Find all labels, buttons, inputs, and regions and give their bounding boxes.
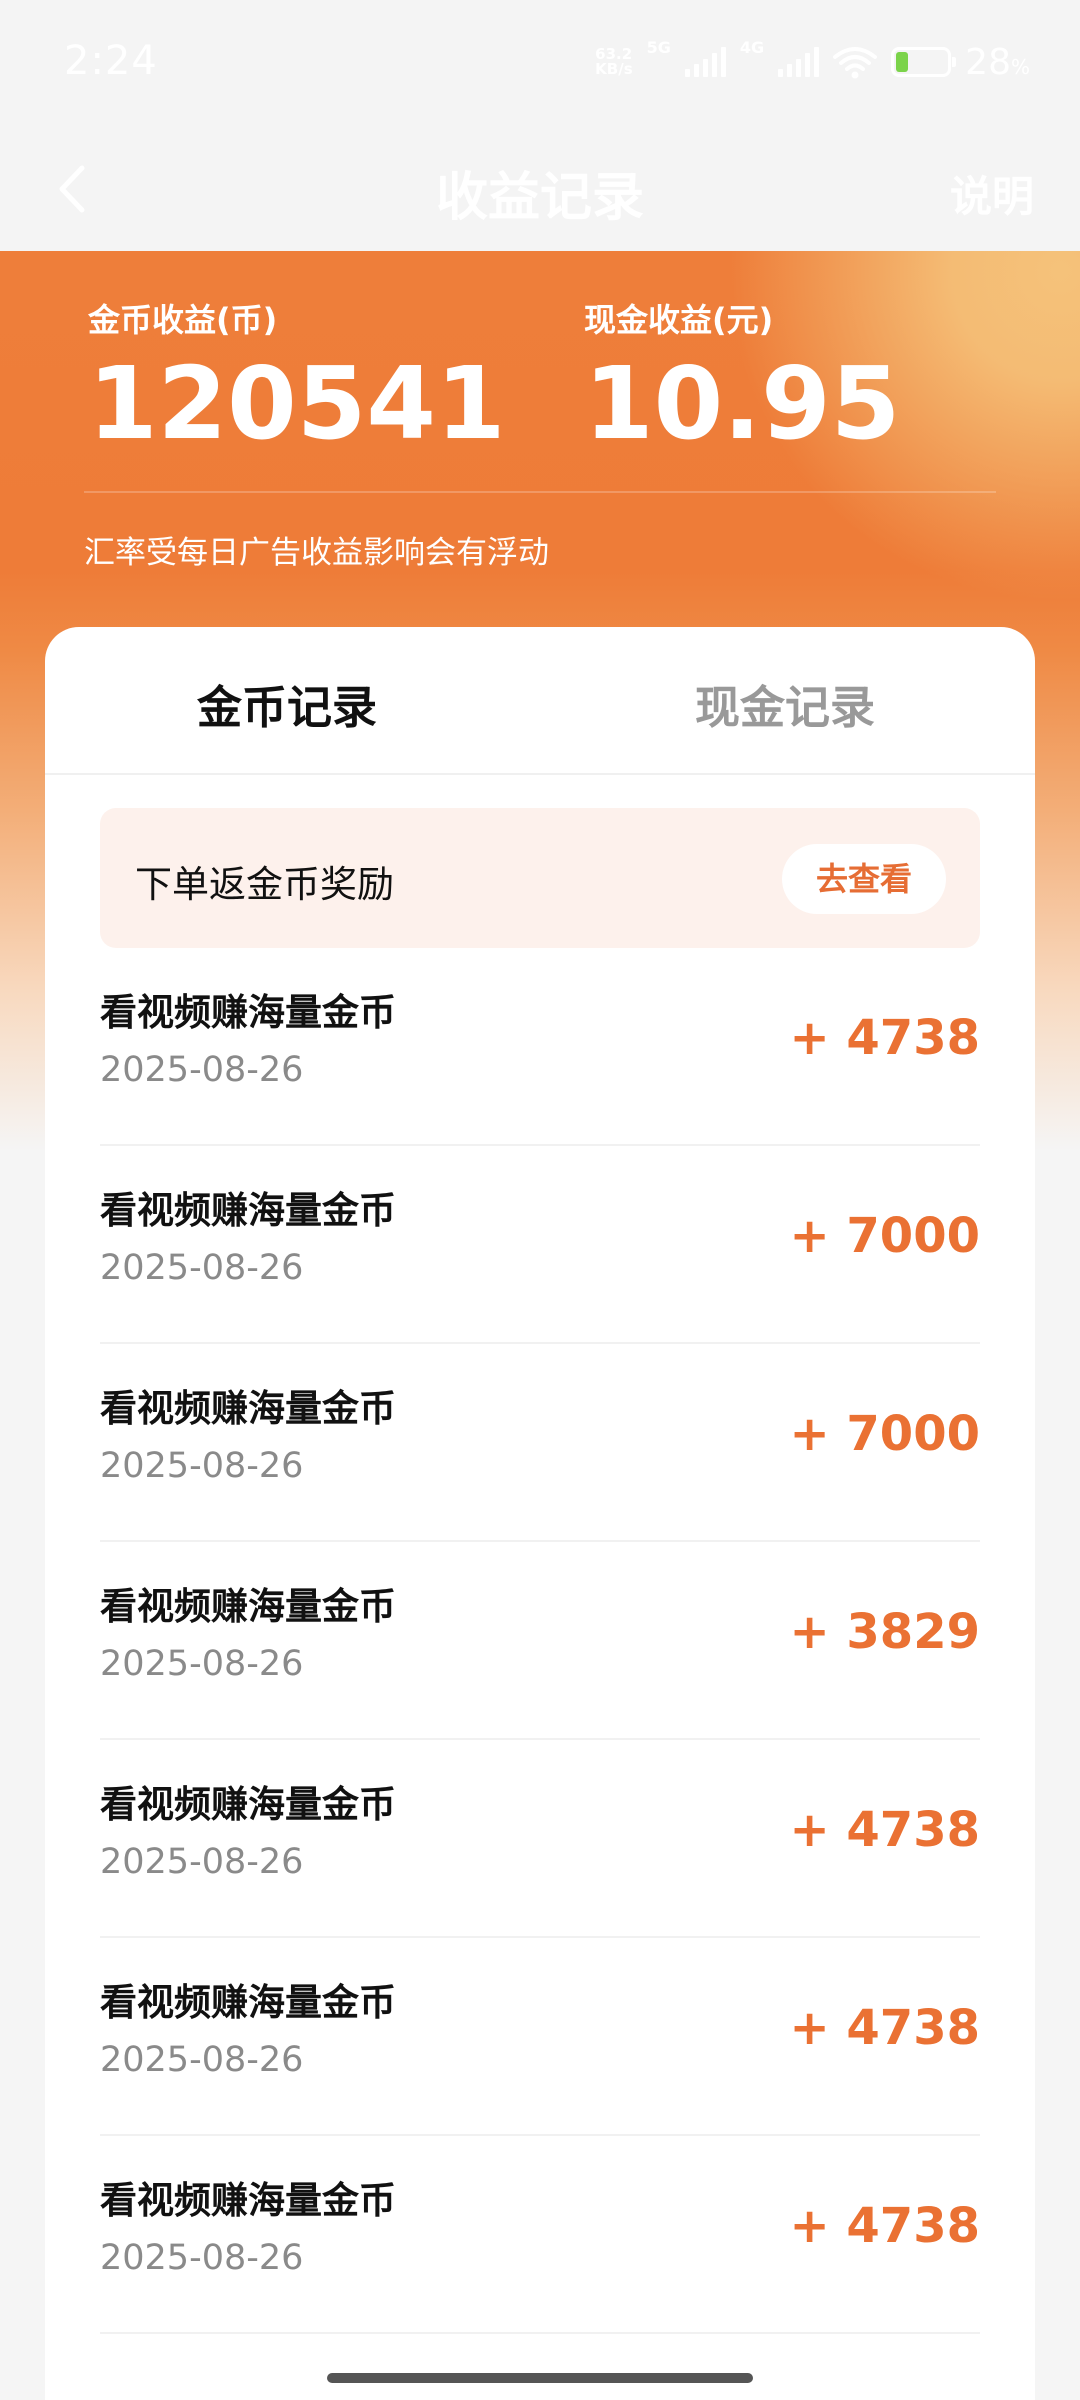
status-time: 2:24: [64, 38, 158, 84]
banner-divider: [84, 491, 996, 493]
signal-icon-2: [778, 47, 820, 77]
explain-button[interactable]: 说明: [950, 163, 1034, 224]
record-row: 看视频赚海量金币 2025-08-26 + 4738: [100, 2136, 980, 2334]
status-bar: 2:24 63.2 KB/s 5G 4G 28%: [0, 0, 1080, 125]
cash-earnings: 现金收益(元) 10.95: [584, 295, 900, 459]
order-reward-banner[interactable]: 下单返金币奖励 去查看: [100, 808, 980, 948]
record-title: 看视频赚海量金币: [100, 2179, 396, 2222]
status-icons: 63.2 KB/s 5G 4G 28%: [595, 38, 1030, 84]
record-row: 看视频赚海量金币 2025-08-26 + 7000: [100, 1344, 980, 1542]
view-reward-button[interactable]: 去查看: [782, 844, 946, 914]
record-date: 2025-08-26: [100, 1842, 304, 1882]
record-date: 2025-08-26: [100, 2040, 304, 2080]
signal-icon: [684, 47, 726, 77]
record-amount: + 3829: [789, 1604, 980, 1660]
nav-bar: 收益记录 说明: [0, 125, 1080, 251]
sim1-network-label: 5G: [646, 38, 671, 57]
record-date: 2025-08-26: [100, 1050, 304, 1090]
coin-earnings-label: 金币收益(币): [88, 301, 278, 339]
record-title: 看视频赚海量金币: [100, 1585, 396, 1628]
record-amount: + 7000: [789, 1406, 980, 1462]
home-indicator[interactable]: [327, 2373, 753, 2383]
network-speed: 63.2 KB/s: [595, 47, 632, 77]
record-amount: + 4738: [789, 2198, 980, 2254]
order-reward-text: 下单返金币奖励: [135, 863, 394, 906]
exchange-rate-note: 汇率受每日广告收益影响会有浮动: [84, 535, 549, 571]
record-title: 看视频赚海量金币: [100, 1783, 396, 1826]
record-title: 看视频赚海量金币: [100, 1387, 396, 1430]
sim2-network-label: 4G: [739, 38, 765, 57]
record-date: 2025-08-26: [100, 2238, 304, 2278]
record-row: 看视频赚海量金币 2025-08-26 + 4738: [100, 1938, 980, 2136]
battery-percent: 28%: [965, 41, 1030, 83]
record-date: 2025-08-26: [100, 1644, 304, 1684]
record-amount: + 4738: [789, 1802, 980, 1858]
record-row: 看视频赚海量金币 2025-08-26 + 4738: [100, 1740, 980, 1938]
record-amount: + 7000: [789, 1208, 980, 1264]
coin-record-list: 看视频赚海量金币 2025-08-26 + 4738 看视频赚海量金币 2025…: [100, 948, 980, 2334]
battery-icon: [891, 47, 957, 77]
coin-earnings: 金币收益(币) 120541: [88, 295, 505, 459]
record-date: 2025-08-26: [100, 1446, 304, 1486]
record-title: 看视频赚海量金币: [100, 1189, 396, 1232]
page-title: 收益记录: [435, 168, 644, 228]
cash-earnings-value: 10.95: [584, 345, 901, 462]
record-title: 看视频赚海量金币: [100, 1981, 396, 2024]
record-row: 看视频赚海量金币 2025-08-26 + 3829: [100, 1542, 980, 1740]
coin-earnings-value: 120541: [88, 345, 506, 462]
record-title: 看视频赚海量金币: [100, 991, 396, 1034]
records-card: 金币记录 现金记录 下单返金币奖励 去查看 看视频赚海量金币 2025-08-2…: [45, 627, 1035, 2400]
record-amount: + 4738: [789, 2000, 980, 2056]
cash-earnings-label: 现金收益(元): [584, 301, 774, 339]
tab-coin-records[interactable]: 金币记录: [137, 671, 437, 736]
tab-cash-records[interactable]: 现金记录: [635, 671, 935, 736]
record-row: 看视频赚海量金币 2025-08-26 + 4738: [100, 948, 980, 1146]
record-date: 2025-08-26: [100, 1248, 304, 1288]
record-tabs: 金币记录 现金记录: [45, 627, 1035, 775]
record-amount: + 4738: [789, 1010, 980, 1066]
record-row: 看视频赚海量金币 2025-08-26 + 7000: [100, 1146, 980, 1344]
wifi-icon: [833, 47, 878, 79]
network-speed-unit: KB/s: [595, 60, 633, 78]
